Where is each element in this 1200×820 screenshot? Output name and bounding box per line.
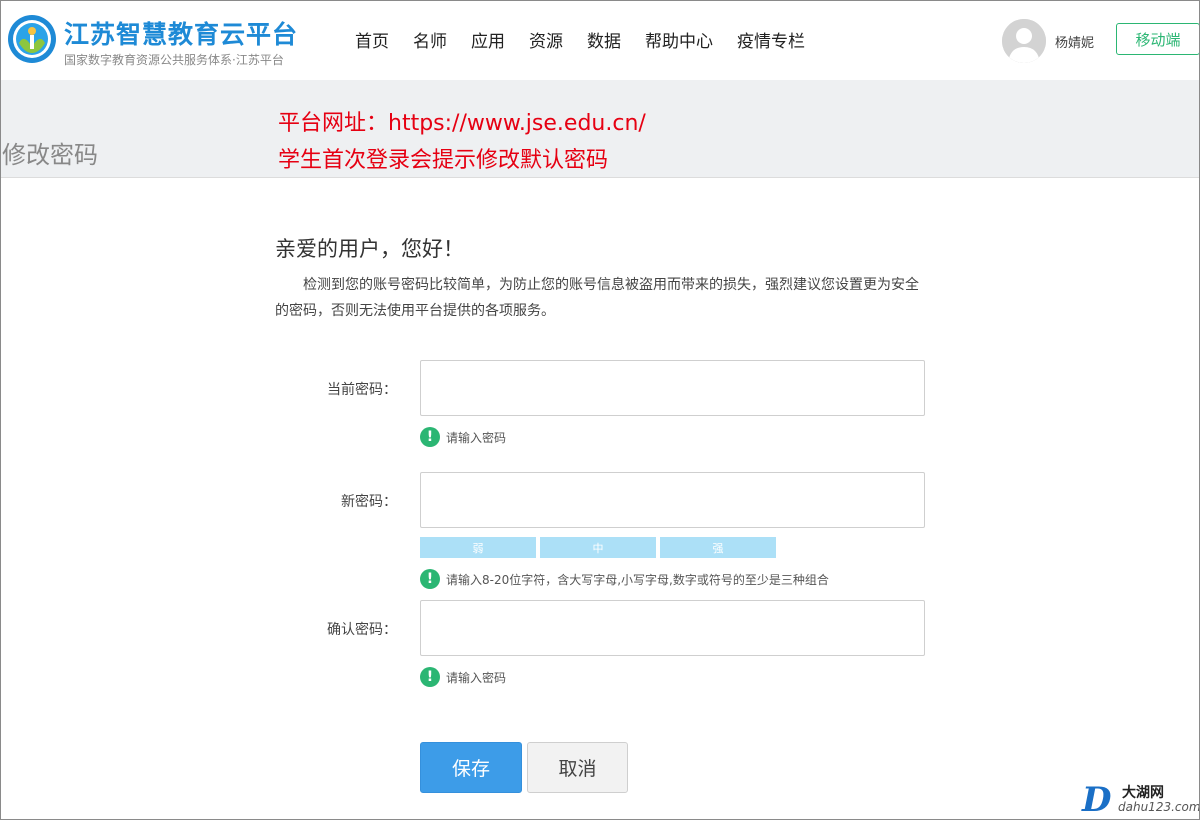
current-password-hint-text: 请输入密码 xyxy=(446,430,507,445)
current-password-input[interactable] xyxy=(420,360,925,416)
strength-strong: 强 xyxy=(660,537,776,558)
site-watermark: D 大湖网 dahu123.com xyxy=(1082,780,1200,820)
exclamation-circle-icon: ! xyxy=(420,427,440,447)
confirm-password-hint-text: 请输入密码 xyxy=(446,670,507,685)
new-password-hint-text: 请输入8-20位字符，含大写字母,小写字母,数字或符号的至少是三种组合 xyxy=(446,572,829,587)
confirm-password-label: 确认密码： xyxy=(327,622,397,638)
nav-data[interactable]: 数据 xyxy=(587,27,621,52)
watermark-url: dahu123.com xyxy=(1118,800,1200,814)
exclamation-circle-icon: ! xyxy=(420,569,440,589)
new-password-label: 新密码： xyxy=(341,494,397,510)
user-avatar-icon xyxy=(1002,19,1046,63)
logo-subtitle: 国家数字教育资源公共服务体系·江苏平台 xyxy=(64,53,284,67)
new-password-hint: ! 请输入8-20位字符，含大写字母,小写字母,数字或符号的至少是三种组合 xyxy=(420,569,829,589)
nav-help-center[interactable]: 帮助中心 xyxy=(645,27,713,52)
password-strength-meter: 弱 中 强 xyxy=(420,537,780,558)
page-title: 修改密码 xyxy=(2,141,98,169)
site-header: 江苏智慧教育云平台 国家数字教育资源公共服务体系·江苏平台 首页 名师 应用 资… xyxy=(0,0,1200,80)
annotation-platform-url: 平台网址：https://www.jse.edu.cn/ xyxy=(278,111,646,136)
nav-apps[interactable]: 应用 xyxy=(471,27,505,52)
nav-home[interactable]: 首页 xyxy=(355,27,389,52)
annotation-first-login-note: 学生首次登录会提示修改默认密码 xyxy=(278,148,609,173)
save-button[interactable]: 保存 xyxy=(420,742,522,793)
platform-logo-icon[interactable] xyxy=(6,13,58,65)
mobile-button[interactable]: 移动端 xyxy=(1116,23,1200,55)
current-password-hint: ! 请输入密码 xyxy=(420,427,506,447)
strength-medium: 中 xyxy=(540,537,656,558)
watermark-name: 大湖网 xyxy=(1122,785,1164,801)
nav-teachers[interactable]: 名师 xyxy=(413,27,447,52)
page-banner: 修改密码 平台网址：https://www.jse.edu.cn/ 学生首次登录… xyxy=(0,80,1200,178)
confirm-password-input[interactable] xyxy=(420,600,925,656)
username[interactable]: 杨婧妮 xyxy=(1055,32,1094,51)
security-description: 检测到您的账号密码比较简单，为防止您的账号信息被盗用而带来的损失，强烈建议您设置… xyxy=(275,277,919,319)
strength-weak: 弱 xyxy=(420,537,536,558)
exclamation-circle-icon: ! xyxy=(420,667,440,687)
logo-title[interactable]: 江苏智慧教育云平台 xyxy=(64,15,298,51)
watermark-logo-letter: D xyxy=(1082,780,1112,820)
greeting-heading: 亲爱的用户，您好！ xyxy=(275,237,464,261)
cancel-button[interactable]: 取消 xyxy=(527,742,628,793)
nav-resources[interactable]: 资源 xyxy=(529,27,563,52)
main-nav: 首页 名师 应用 资源 数据 帮助中心 疫情专栏 xyxy=(355,27,829,52)
confirm-password-hint: ! 请输入密码 xyxy=(420,667,506,687)
nav-epidemic-column[interactable]: 疫情专栏 xyxy=(737,27,805,52)
current-password-label: 当前密码： xyxy=(327,382,397,398)
new-password-input[interactable] xyxy=(420,472,925,528)
avatar[interactable] xyxy=(1002,19,1046,63)
